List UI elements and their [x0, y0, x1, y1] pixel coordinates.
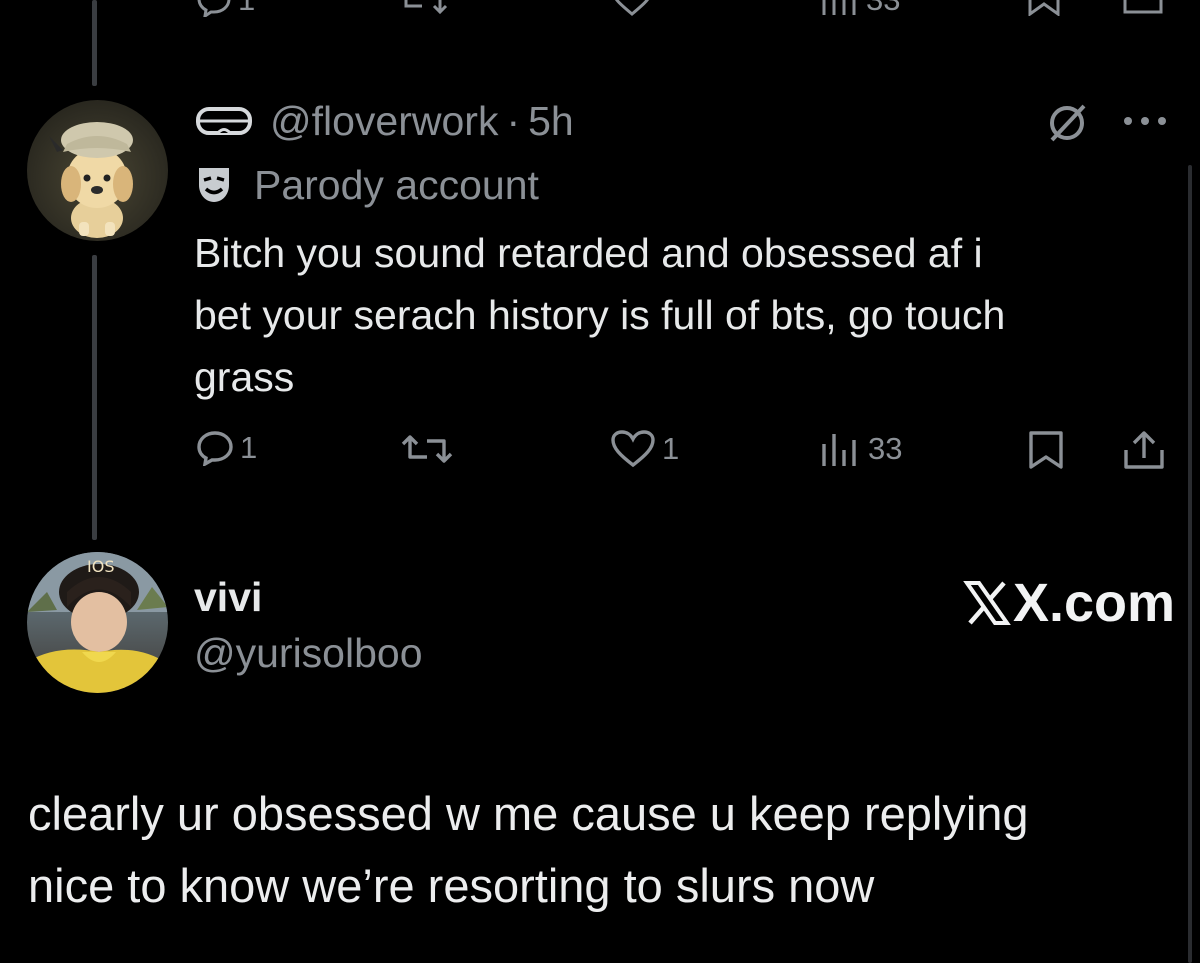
parody-account-text: Parody account: [254, 161, 539, 208]
scrollbar[interactable]: [1188, 165, 1192, 963]
views-button[interactable]: 33: [820, 430, 902, 468]
yurisolboo-avatar[interactable]: IOS: [27, 552, 168, 693]
bookmark-icon: [1028, 0, 1060, 16]
reply-tweet-action-row: 1 1 33: [0, 430, 1200, 470]
thread-line-middle: [92, 255, 97, 540]
handle-time-separator: ·: [506, 97, 521, 144]
svg-text:IOS: IOS: [87, 557, 114, 576]
like-count: 1: [662, 431, 680, 466]
views-icon: [822, 434, 856, 466]
reply-icon: [197, 431, 233, 466]
theater-mask-icon: [196, 165, 232, 205]
repost-icon: [401, 435, 453, 463]
heart-icon: [614, 0, 650, 16]
reply-button[interactable]: 1: [196, 430, 257, 466]
floverwork-avatar[interactable]: [27, 100, 168, 241]
reply-tweet-header: @floverwork · 5h: [196, 98, 574, 144]
main-display-name[interactable]: vivi: [194, 574, 262, 621]
prev-views-button[interactable]: 33: [820, 0, 900, 18]
parody-account-label: Parody account: [196, 162, 539, 208]
prev-like-button[interactable]: [610, 0, 654, 16]
bookmark-icon: [1029, 431, 1063, 469]
reply-timestamp[interactable]: 5h: [528, 98, 574, 145]
share-icon: [1124, 431, 1164, 469]
repost-icon: [404, 0, 448, 15]
share-button[interactable]: [1122, 430, 1166, 470]
reply-text-line-2: bet your serach history is full of bts, …: [194, 292, 1006, 338]
prev-tweet-action-row: 1 33: [0, 0, 1200, 18]
x-com-text: X.com: [1013, 573, 1176, 633]
prev-bookmark-button[interactable]: [1026, 0, 1062, 16]
repost-button[interactable]: [400, 432, 454, 466]
prev-views-count: 33: [866, 0, 900, 18]
bookmark-button[interactable]: [1026, 430, 1066, 470]
share-icon: [1123, 0, 1163, 14]
main-tweet-text: clearly ur obsessed w me cause u keep re…: [28, 778, 1029, 922]
prev-reply-count: 1: [238, 0, 255, 18]
prev-share-button[interactable]: [1122, 0, 1164, 16]
vr-goggles-icon: [196, 106, 252, 136]
views-icon: [822, 0, 856, 15]
reply-text-line-3: grass: [194, 354, 295, 400]
puppy-image: [49, 122, 133, 238]
x-com-brand: X.com: [963, 572, 1175, 634]
reply-count: 1: [240, 430, 258, 465]
x-logo-icon: [963, 579, 1011, 627]
views-count: 33: [868, 431, 903, 466]
reply-tweet-text: Bitch you sound retarded and obsessed af…: [194, 222, 1005, 408]
main-text-line-1: clearly ur obsessed w me cause u keep re…: [28, 787, 1029, 840]
main-author-handle[interactable]: @yurisolboo: [194, 630, 423, 677]
reply-text-line-1: Bitch you sound retarded and obsessed af…: [194, 230, 983, 276]
prev-reply-button[interactable]: 1: [196, 0, 255, 18]
reply-icon: [197, 0, 231, 17]
like-button[interactable]: 1: [610, 430, 679, 468]
main-text-line-2: nice to know we’re resorting to slurs no…: [28, 859, 875, 912]
heart-icon: [611, 430, 655, 468]
more-options-icon[interactable]: [1122, 114, 1168, 132]
profile-photo-image: IOS: [27, 552, 168, 693]
prev-repost-button[interactable]: [398, 0, 448, 16]
grok-icon[interactable]: [1044, 100, 1090, 151]
reply-author-handle[interactable]: @floverwork: [270, 98, 498, 145]
